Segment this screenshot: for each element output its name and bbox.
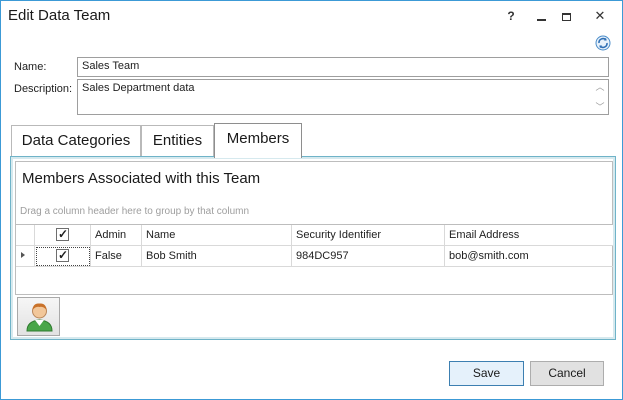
name-label: Name: xyxy=(14,61,47,73)
title-bar: Edit Data Team ? ✕ xyxy=(1,1,622,32)
column-header-security-identifier[interactable]: Security Identifier xyxy=(292,225,445,246)
cell-security-identifier[interactable]: 984DC957 xyxy=(292,246,445,267)
description-field[interactable]: Sales Department data ︿ ﹀ xyxy=(77,79,609,115)
select-all-header[interactable]: ✓ xyxy=(35,225,91,246)
edit-data-team-dialog: Edit Data Team ? ✕ Name: Sales Team Desc… xyxy=(0,0,623,400)
column-header-email[interactable]: Email Address xyxy=(445,225,613,246)
group-by-panel[interactable]: Drag a column header here to group by th… xyxy=(15,193,613,225)
help-button[interactable]: ? xyxy=(498,5,524,27)
row-indicator-header xyxy=(16,225,35,246)
description-label: Description: xyxy=(14,83,73,95)
scroll-up-icon[interactable]: ︿ xyxy=(595,83,605,92)
window-title: Edit Data Team xyxy=(8,7,111,24)
minimize-icon xyxy=(536,18,546,21)
close-button[interactable]: ✕ xyxy=(581,5,619,27)
row-select-cell[interactable]: ✓ xyxy=(35,246,91,267)
minimize-button[interactable] xyxy=(528,5,554,27)
members-section-header: Members Associated with this Team xyxy=(15,161,613,194)
description-text: Sales Department data xyxy=(82,82,195,94)
select-all-checkbox[interactable]: ✓ xyxy=(56,227,69,241)
maximize-icon xyxy=(561,12,571,21)
scroll-down-icon[interactable]: ﹀ xyxy=(595,103,605,112)
tab-members[interactable]: Members xyxy=(214,123,302,158)
members-tab-panel: Members Associated with this Team Drag a… xyxy=(10,156,616,340)
refresh-icon[interactable] xyxy=(595,35,611,51)
add-member-button[interactable] xyxy=(17,297,60,336)
members-grid: ✓ Admin Name Security Identifier Email A… xyxy=(15,225,613,295)
user-add-icon xyxy=(26,303,53,332)
group-by-hint: Drag a column header here to group by th… xyxy=(20,206,250,217)
cell-name[interactable]: Bob Smith xyxy=(142,246,292,267)
tab-entities[interactable]: Entities xyxy=(141,125,214,157)
check-icon: ✓ xyxy=(58,227,69,241)
cell-email[interactable]: bob@smith.com xyxy=(445,246,613,267)
name-field[interactable]: Sales Team xyxy=(77,57,609,77)
check-icon: ✓ xyxy=(58,248,69,262)
cancel-button[interactable]: Cancel xyxy=(530,361,604,386)
tab-data-categories[interactable]: Data Categories xyxy=(11,125,141,157)
column-header-name[interactable]: Name xyxy=(142,225,292,246)
members-panel-inner: Members Associated with this Team Drag a… xyxy=(11,157,615,339)
column-header-admin[interactable]: Admin xyxy=(91,225,142,246)
row-indicator-cell xyxy=(16,246,35,267)
section-title: Members Associated with this Team xyxy=(22,170,261,187)
save-button[interactable]: Save xyxy=(449,361,524,386)
cell-admin[interactable]: False xyxy=(91,246,142,267)
row-select-checkbox[interactable]: ✓ xyxy=(56,248,69,262)
maximize-button[interactable] xyxy=(553,5,579,27)
description-scrollbar[interactable]: ︿ ﹀ xyxy=(593,81,607,113)
